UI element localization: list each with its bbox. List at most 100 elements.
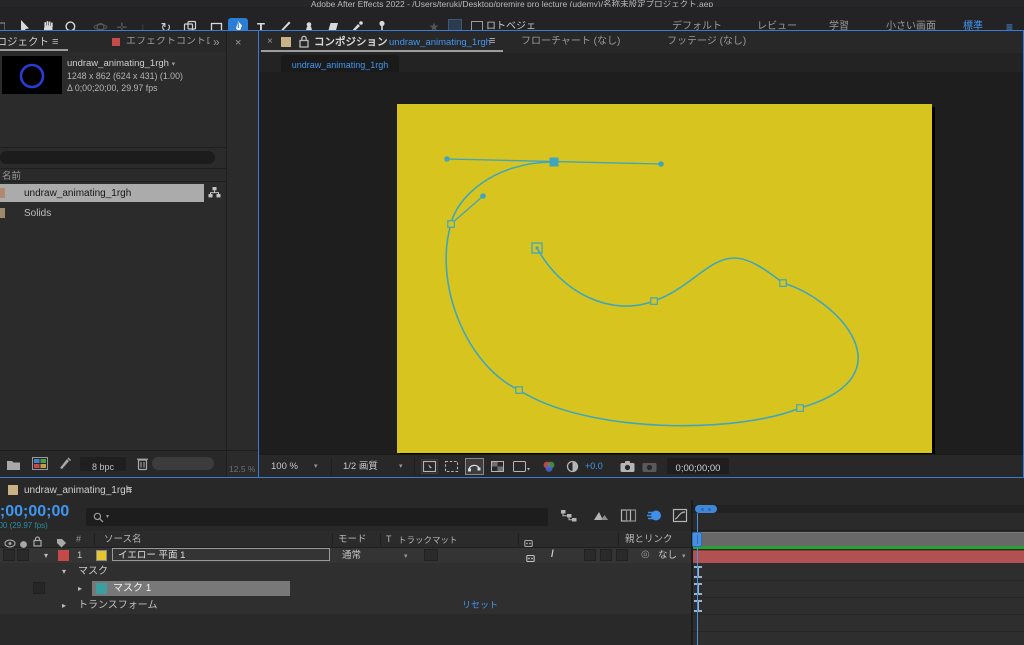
comp-close-icon[interactable]: × bbox=[267, 37, 273, 47]
masks-group-row[interactable]: ▾ マスク bbox=[0, 563, 691, 580]
layer-expand-chevron[interactable]: ▾ bbox=[44, 552, 48, 560]
playhead-handle[interactable] bbox=[692, 532, 702, 547]
render-cache-bar bbox=[693, 546, 1024, 549]
mask-visibility-cell[interactable] bbox=[33, 582, 45, 594]
bit-depth-button[interactable]: 8 bpc bbox=[80, 457, 126, 472]
comp-canvas[interactable] bbox=[397, 104, 932, 453]
viewer-tab-label: undraw_animating_1rgh bbox=[291, 60, 389, 70]
switch-cell-2[interactable] bbox=[600, 549, 612, 561]
transform-reset-link[interactable]: リセット bbox=[462, 601, 498, 610]
track-matte-column-header[interactable]: トラックマット bbox=[398, 536, 458, 545]
trash-icon[interactable] bbox=[136, 456, 149, 476]
tab-project[interactable]: プロジェクト bbox=[0, 37, 49, 48]
resolution-dropdown-arrow[interactable]: ▾ bbox=[399, 463, 403, 470]
playhead-ibeam-3[interactable] bbox=[694, 600, 702, 612]
mask1-color-swatch[interactable] bbox=[96, 583, 107, 594]
always-preview-icon[interactable] bbox=[421, 459, 438, 474]
preview-comp-name-text: undraw_animating_1rgh bbox=[67, 58, 169, 69]
comp-panel-menu-icon[interactable]: ≡ bbox=[489, 36, 495, 47]
layer-duration-bar[interactable] bbox=[693, 550, 1024, 563]
mode-column-header[interactable]: モード bbox=[338, 535, 367, 545]
preview-dropdown-arrow[interactable]: ▾ bbox=[172, 61, 176, 68]
project-row-selected[interactable]: undraw_animating_1rgh bbox=[0, 184, 204, 202]
toolbar: ✛ ↓ ↻ T ★ ロトベジェ デフォルト レビュー 学習 小さい画面 標準 ≡ bbox=[0, 7, 1024, 36]
parent-dropdown-arrow[interactable]: ▾ bbox=[682, 552, 686, 560]
panel-resize-pill[interactable] bbox=[152, 457, 214, 470]
layer-label-color[interactable] bbox=[58, 550, 69, 561]
switch-cell-1[interactable] bbox=[584, 549, 596, 561]
video-toggle[interactable] bbox=[3, 549, 15, 561]
time-ruler[interactable] bbox=[693, 513, 1024, 531]
channel-rgb-icon[interactable] bbox=[541, 459, 557, 474]
tab-footage[interactable]: フッテージ (なし) bbox=[667, 37, 746, 47]
comp-viewer[interactable] bbox=[259, 72, 1023, 454]
motion-blur-icon[interactable] bbox=[646, 508, 663, 528]
footage-icon[interactable] bbox=[32, 457, 48, 475]
parent-pickwhip-icon[interactable]: ◎ bbox=[641, 550, 650, 560]
exposure-value[interactable]: +0.0 bbox=[585, 462, 603, 471]
mini-flowchart-icon[interactable] bbox=[560, 508, 577, 528]
mask-path-overlay[interactable] bbox=[397, 104, 932, 453]
snapshot-camera-icon[interactable] bbox=[619, 459, 636, 474]
masks-expand-chevron[interactable]: ▾ bbox=[62, 568, 66, 576]
strip-close-icon[interactable]: × bbox=[235, 38, 241, 49]
magnification-dropdown-arrow[interactable]: ▾ bbox=[314, 463, 318, 470]
audio-toggle[interactable] bbox=[17, 549, 29, 561]
exposure-icon[interactable] bbox=[565, 459, 580, 474]
transform-label: トランスフォーム bbox=[78, 600, 158, 611]
panel-overflow-chevron[interactable]: » bbox=[213, 36, 220, 48]
quality-toggle[interactable]: / bbox=[551, 550, 554, 560]
tab-effect-controls[interactable]: エフェクトコントロール bbox=[126, 37, 210, 47]
track-matte-cell[interactable] bbox=[424, 549, 438, 561]
mask1-row[interactable]: ▸ マスク 1 bbox=[0, 580, 691, 597]
graph-editor-icon[interactable] bbox=[672, 508, 688, 528]
timeline-navigator-thumb[interactable] bbox=[695, 505, 717, 513]
switch-cell-3[interactable] bbox=[616, 549, 628, 561]
viewer-tab[interactable]: undraw_animating_1rgh bbox=[281, 55, 399, 72]
frame-blending-icon[interactable] bbox=[620, 508, 637, 528]
project-row-solids[interactable]: Solids bbox=[0, 204, 226, 222]
strip-zoom-value[interactable]: 12.5 % bbox=[229, 464, 255, 474]
parent-link-column-header[interactable]: 親とリンク bbox=[625, 535, 673, 545]
comp-tab-name[interactable]: undraw_animating_1rgh bbox=[389, 38, 491, 48]
frame-info: 000 (29.97 fps) bbox=[0, 521, 48, 530]
comp-panel-title[interactable]: コンポジション bbox=[314, 37, 388, 48]
view-layout-icon[interactable] bbox=[511, 459, 531, 474]
layer-row-1[interactable]: ▾ 1 イエロー 平面 1 通常 ▾ / ◎ なし ▾ bbox=[0, 548, 691, 563]
blend-mode-value[interactable]: 通常 bbox=[342, 551, 361, 561]
folder-icon[interactable] bbox=[6, 458, 21, 476]
project-search-input[interactable] bbox=[0, 151, 215, 164]
viewer-tab-row: undraw_animating_1rgh bbox=[259, 53, 1023, 72]
solid-color-swatch[interactable] bbox=[96, 550, 107, 561]
timeline-search-input[interactable]: ▾ bbox=[86, 508, 548, 526]
region-of-interest-icon[interactable] bbox=[443, 459, 460, 474]
resolution-value[interactable]: 1/2 画質 bbox=[343, 462, 378, 472]
magnification-value[interactable]: 100 % bbox=[271, 462, 298, 472]
playhead-ibeam-2[interactable] bbox=[694, 583, 702, 595]
parent-value[interactable]: なし bbox=[658, 551, 677, 561]
timeline-menu-icon[interactable]: ≡ bbox=[126, 485, 132, 496]
work-area-bar[interactable] bbox=[693, 532, 1024, 546]
source-name-column-header[interactable]: ソース名 bbox=[104, 535, 142, 545]
show-snapshot-icon[interactable] bbox=[641, 459, 658, 474]
interpret-footage-icon[interactable] bbox=[58, 457, 72, 475]
tab-flowchart[interactable]: フローチャート (なし) bbox=[521, 37, 620, 47]
layer-name-field[interactable]: イエロー 平面 1 bbox=[112, 548, 330, 561]
mask1-expand-chevron[interactable]: ▸ bbox=[78, 585, 82, 593]
mask-visibility-toggle-icon[interactable] bbox=[465, 458, 484, 475]
comp-network-icon[interactable] bbox=[208, 186, 221, 204]
comp-timecode-box[interactable]: 0;00;00;00 bbox=[667, 458, 729, 474]
transparency-grid-icon[interactable] bbox=[489, 459, 506, 474]
search-dropdown-arrow[interactable]: ▾ bbox=[106, 513, 109, 520]
transform-row[interactable]: ▸ トランスフォーム リセット bbox=[0, 597, 691, 614]
project-panel: プロジェクト ≡ エフェクトコントロール » undraw_animating_… bbox=[0, 31, 226, 477]
playhead-ibeam-1[interactable] bbox=[694, 566, 702, 578]
transform-expand-chevron[interactable]: ▸ bbox=[62, 602, 66, 610]
project-panel-menu-icon[interactable]: ≡ bbox=[52, 37, 58, 48]
current-timecode[interactable]: 0;00;00;00 bbox=[0, 504, 69, 520]
t-column-header[interactable]: T bbox=[386, 535, 392, 544]
timeline-tab-label[interactable]: undraw_animating_1rgh bbox=[24, 486, 131, 496]
blend-mode-dropdown-arrow[interactable]: ▾ bbox=[404, 552, 408, 560]
draft-3d-icon[interactable] bbox=[592, 508, 610, 528]
timeline-navigator-track[interactable] bbox=[693, 505, 1024, 513]
